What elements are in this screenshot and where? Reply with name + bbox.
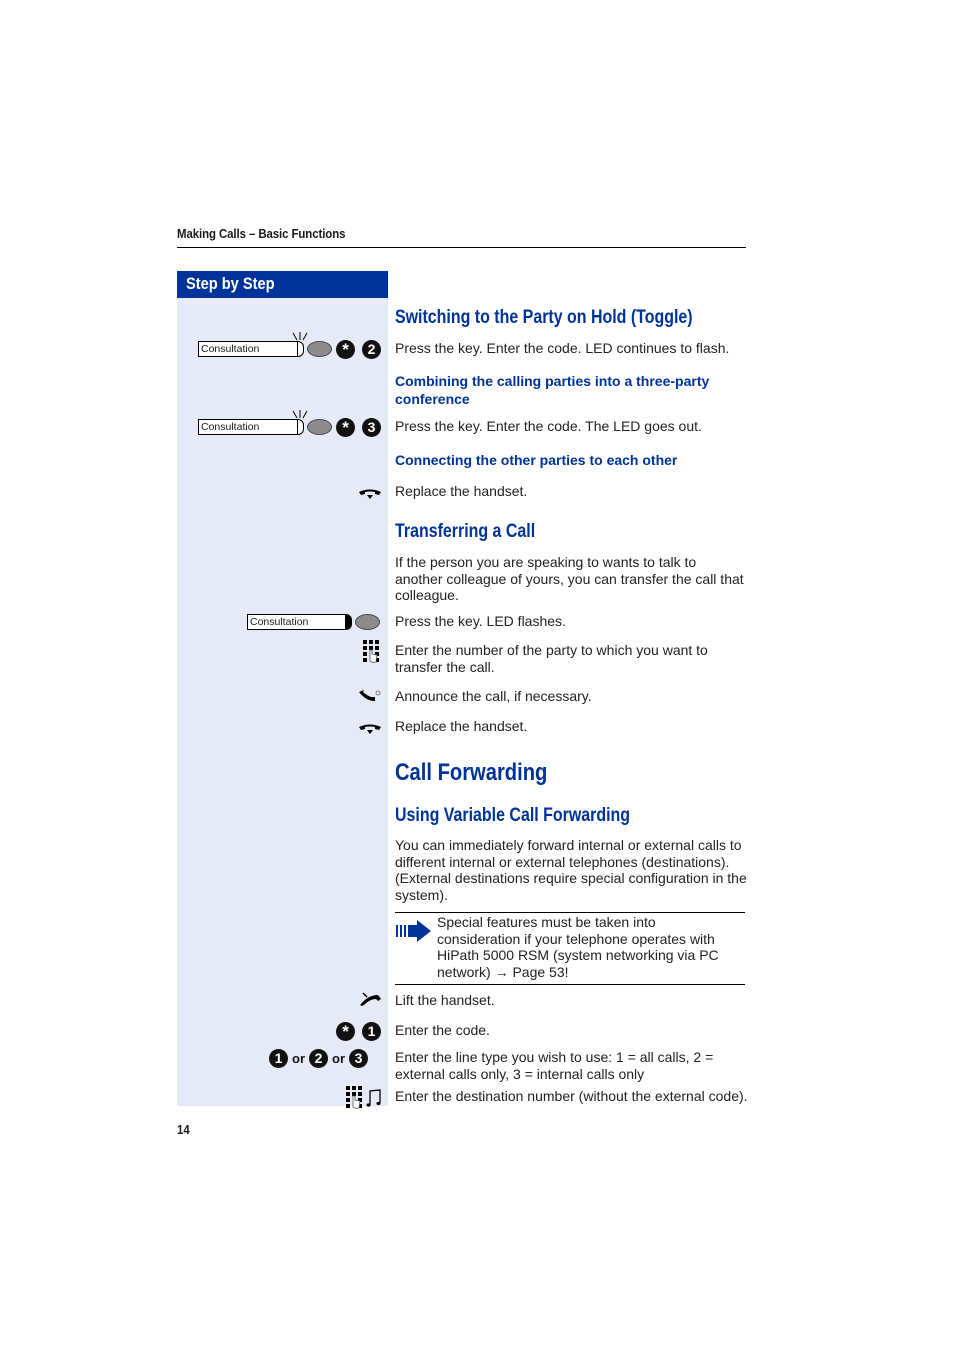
connecting-step: Replace the handset. — [395, 483, 528, 499]
forwarding-step-1: Lift the handset. — [395, 992, 495, 1008]
heading-variable-forwarding: Using Variable Call Forwarding — [395, 805, 631, 826]
step-by-step-header: Step by Step — [177, 271, 388, 298]
keypad-icon — [363, 640, 379, 663]
conference-step: Press the key. Enter the code. The LED g… — [395, 418, 702, 434]
consultation-key-label: Consultation — [198, 419, 298, 435]
forwarding-intro: You can immediately forward internal or … — [395, 837, 747, 903]
transfer-step-1: Press the key. LED flashes. — [395, 613, 566, 629]
note-rule-bottom — [395, 984, 745, 985]
or-label: or — [332, 1051, 345, 1066]
handset-down-icon — [359, 724, 381, 734]
digit-2-button[interactable]: 2 — [309, 1049, 328, 1068]
led-icon — [307, 419, 332, 435]
key-cap — [298, 341, 304, 357]
flashing-icon — [292, 332, 308, 341]
consultation-key-flashing-1[interactable]: Consultation — [198, 341, 332, 357]
transfer-intro: If the person you are speaking to wants … — [395, 554, 744, 603]
or-label: or — [292, 1051, 305, 1066]
heading-conference: Combining the calling parties into a thr… — [395, 373, 710, 407]
heading-toggle: Switching to the Party on Hold (Toggle) — [395, 307, 693, 328]
digit-1-button[interactable]: 1 — [362, 1022, 381, 1041]
key-cap — [298, 419, 304, 435]
page-number: 14 — [177, 1122, 190, 1137]
note-rule-top — [395, 912, 745, 913]
digit-3-button[interactable]: 3 — [349, 1049, 368, 1068]
handset-down-icon — [359, 489, 381, 499]
forwarding-step-2: Enter the code. — [395, 1022, 490, 1038]
led-icon — [355, 614, 380, 630]
consultation-key-label: Consultation — [247, 614, 346, 630]
header-rule — [177, 247, 746, 248]
running-head: Making Calls – Basic Functions — [177, 226, 346, 241]
transfer-step-2: Enter the number of the party to which y… — [395, 642, 708, 675]
consultation-key-flashing-2[interactable]: Consultation — [198, 419, 332, 435]
line-type-options: 1 or 2 or 3 — [269, 1049, 368, 1068]
key-cap — [346, 614, 352, 630]
heading-transfer: Transferring a Call — [395, 521, 536, 542]
transfer-step-4: Replace the handset. — [395, 718, 528, 734]
heading-connecting: Connecting the other parties to each oth… — [395, 452, 678, 468]
handset-speaking-icon — [359, 690, 381, 701]
forwarding-step-4: Enter the destination number (without th… — [395, 1088, 748, 1104]
handset-lift-icon — [360, 992, 381, 1006]
consultation-key-label: Consultation — [198, 341, 298, 357]
digit-2-button[interactable]: 2 — [362, 340, 381, 359]
note-arrow-icon — [396, 920, 431, 942]
led-icon — [307, 341, 332, 357]
star-button[interactable]: * — [336, 340, 355, 359]
forwarding-step-3: Enter the line type you wish to use: 1 =… — [395, 1049, 714, 1082]
heading-call-forwarding: Call Forwarding — [395, 759, 548, 786]
digit-3-button[interactable]: 3 — [362, 418, 381, 437]
tone-icon — [366, 1089, 381, 1107]
flashing-icon — [292, 410, 308, 419]
star-button[interactable]: * — [336, 418, 355, 437]
transfer-step-3: Announce the call, if necessary. — [395, 688, 592, 704]
step-by-step-title: Step by Step — [186, 274, 275, 293]
digit-1-button[interactable]: 1 — [269, 1049, 288, 1068]
keypad-icon — [346, 1086, 362, 1109]
star-button[interactable]: * — [336, 1022, 355, 1041]
note-text: Special features must be taken into cons… — [437, 914, 719, 980]
consultation-key[interactable]: Consultation — [247, 614, 380, 630]
toggle-step: Press the key. Enter the code. LED conti… — [395, 340, 730, 356]
